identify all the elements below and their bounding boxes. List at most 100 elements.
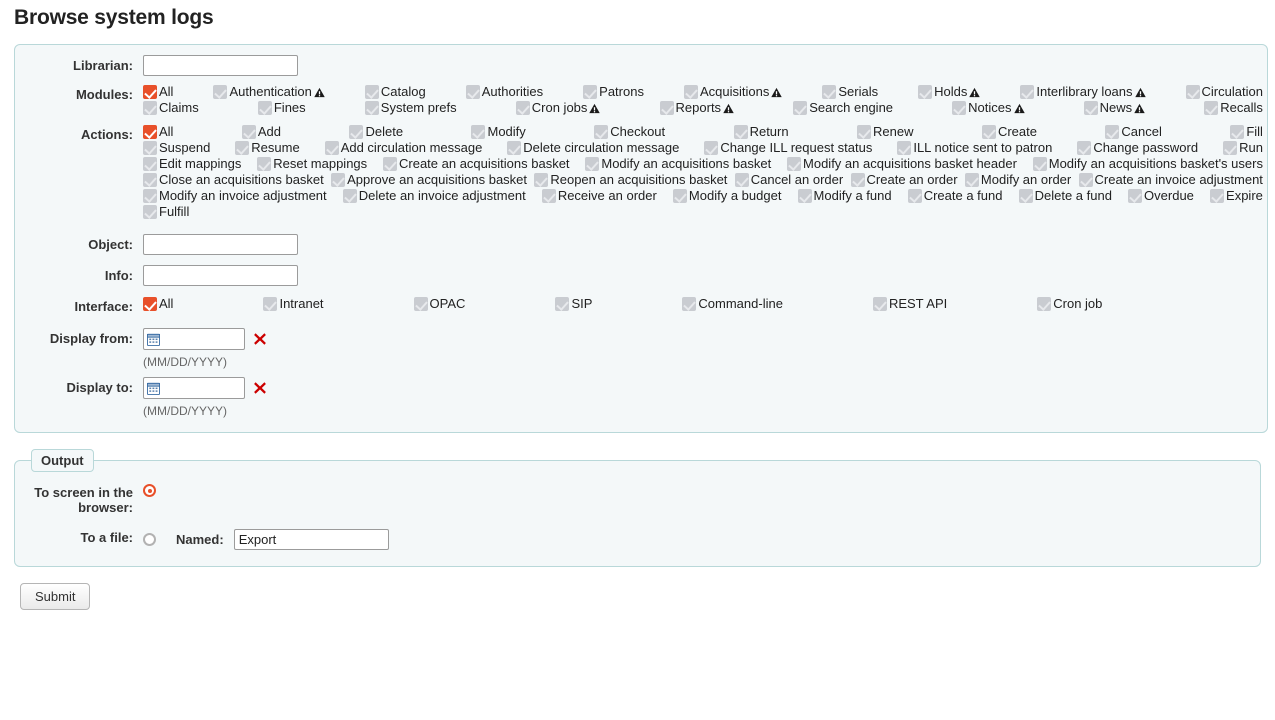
checkbox-fill[interactable]: [1230, 125, 1245, 139]
action-item-modify-an-acquisitions-basket-s-users[interactable]: Modify an acquisitions basket's users: [1032, 156, 1263, 172]
checkbox-create-a-fund[interactable]: [907, 189, 922, 203]
module-item-authorities[interactable]: Authorities: [465, 84, 543, 100]
action-item-renew[interactable]: Renew: [857, 124, 914, 140]
module-item-claims[interactable]: Claims: [143, 100, 199, 116]
display-from-input[interactable]: [160, 330, 238, 348]
action-item-add-circulation-message[interactable]: Add circulation message: [324, 140, 482, 156]
checkbox-sip[interactable]: [555, 297, 570, 311]
interface-item-opac[interactable]: OPAC: [413, 296, 465, 312]
export-filename-input[interactable]: [233, 529, 389, 550]
checkbox-modify-an-invoice-adjustment[interactable]: [143, 189, 157, 203]
checkbox-run[interactable]: [1223, 141, 1238, 155]
checkbox-command-line[interactable]: [682, 297, 697, 311]
checkbox-create-an-order[interactable]: [850, 173, 865, 187]
action-item-change-password[interactable]: Change password: [1077, 140, 1198, 156]
action-item-overdue[interactable]: Overdue: [1128, 188, 1194, 204]
object-input[interactable]: [143, 234, 298, 255]
module-item-catalog[interactable]: Catalog: [364, 84, 426, 100]
action-item-create-an-acquisitions-basket[interactable]: Create an acquisitions basket: [383, 156, 570, 172]
action-item-create-a-fund[interactable]: Create a fund: [907, 188, 1002, 204]
to-screen-radio[interactable]: [143, 484, 156, 497]
action-item-modify-an-invoice-adjustment[interactable]: Modify an invoice adjustment: [143, 188, 327, 204]
action-item-change-ill-request-status[interactable]: Change ILL request status: [704, 140, 872, 156]
info-input[interactable]: [143, 265, 298, 286]
module-item-authentication[interactable]: Authentication: [213, 84, 325, 100]
action-item-create-an-invoice-adjustment[interactable]: Create an invoice adjustment: [1078, 172, 1263, 188]
action-item-delete-an-invoice-adjustment[interactable]: Delete an invoice adjustment: [342, 188, 526, 204]
checkbox-resume[interactable]: [235, 141, 250, 155]
checkbox-holds[interactable]: [918, 85, 933, 99]
checkbox-all[interactable]: [143, 125, 157, 139]
action-item-all[interactable]: All: [143, 124, 173, 140]
action-item-cancel[interactable]: Cancel: [1105, 124, 1162, 140]
action-item-modify-a-fund[interactable]: Modify a fund: [797, 188, 892, 204]
checkbox-fines[interactable]: [257, 101, 272, 115]
module-item-serials[interactable]: Serials: [822, 84, 878, 100]
checkbox-return[interactable]: [733, 125, 748, 139]
checkbox-modify-a-fund[interactable]: [797, 189, 812, 203]
action-item-suspend[interactable]: Suspend: [143, 140, 210, 156]
checkbox-delete-circulation-message[interactable]: [507, 141, 522, 155]
checkbox-expire[interactable]: [1210, 189, 1225, 203]
action-item-run[interactable]: Run: [1223, 140, 1263, 156]
checkbox-create-an-acquisitions-basket[interactable]: [383, 157, 397, 171]
checkbox-reset-mappings[interactable]: [257, 157, 272, 171]
action-item-add[interactable]: Add: [241, 124, 281, 140]
module-item-news[interactable]: News: [1083, 100, 1146, 116]
action-item-delete[interactable]: Delete: [349, 124, 403, 140]
to-file-radio[interactable]: [143, 533, 156, 546]
checkbox-add[interactable]: [241, 125, 256, 139]
checkbox-search-engine[interactable]: [793, 101, 808, 115]
checkbox-circulation[interactable]: [1185, 85, 1200, 99]
checkbox-recalls[interactable]: [1204, 101, 1219, 115]
action-item-modify[interactable]: Modify: [471, 124, 526, 140]
interface-item-sip[interactable]: SIP: [555, 296, 592, 312]
action-item-create[interactable]: Create: [981, 124, 1037, 140]
checkbox-overdue[interactable]: [1128, 189, 1143, 203]
action-item-delete-circulation-message[interactable]: Delete circulation message: [507, 140, 679, 156]
checkbox-acquisitions[interactable]: [683, 85, 698, 99]
checkbox-checkout[interactable]: [594, 125, 609, 139]
module-item-all[interactable]: All: [143, 84, 173, 100]
checkbox-create[interactable]: [981, 125, 996, 139]
action-item-edit-mappings[interactable]: Edit mappings: [143, 156, 241, 172]
module-item-search-engine[interactable]: Search engine: [793, 100, 893, 116]
display-from-input-box[interactable]: [143, 328, 245, 350]
checkbox-close-an-acquisitions-basket[interactable]: [143, 173, 157, 187]
interface-item-all[interactable]: All: [143, 296, 173, 312]
module-item-holds[interactable]: Holds: [918, 84, 981, 100]
action-item-fulfill[interactable]: Fulfill: [143, 204, 189, 220]
checkbox-receive-an-order[interactable]: [541, 189, 556, 203]
checkbox-change-ill-request-status[interactable]: [704, 141, 719, 155]
action-item-delete-a-fund[interactable]: Delete a fund: [1018, 188, 1112, 204]
module-item-patrons[interactable]: Patrons: [583, 84, 644, 100]
module-item-circulation[interactable]: Circulation: [1185, 84, 1263, 100]
checkbox-fulfill[interactable]: [143, 205, 157, 219]
checkbox-interlibrary-loans[interactable]: [1020, 85, 1035, 99]
action-item-return[interactable]: Return: [733, 124, 789, 140]
action-item-modify-an-acquisitions-basket[interactable]: Modify an acquisitions basket: [585, 156, 771, 172]
interface-item-intranet[interactable]: Intranet: [263, 296, 324, 312]
action-item-checkout[interactable]: Checkout: [594, 124, 665, 140]
checkbox-rest-api[interactable]: [872, 297, 887, 311]
checkbox-cancel[interactable]: [1105, 125, 1120, 139]
librarian-input[interactable]: [143, 55, 298, 76]
checkbox-all[interactable]: [143, 85, 157, 99]
clear-display-to-icon[interactable]: [253, 381, 267, 395]
action-item-receive-an-order[interactable]: Receive an order: [541, 188, 657, 204]
action-item-cancel-an-order[interactable]: Cancel an order: [734, 172, 843, 188]
checkbox-modify[interactable]: [471, 125, 486, 139]
checkbox-modify-an-order[interactable]: [964, 173, 979, 187]
checkbox-delete-an-invoice-adjustment[interactable]: [342, 189, 357, 203]
checkbox-add-circulation-message[interactable]: [324, 141, 339, 155]
checkbox-cron-job[interactable]: [1037, 297, 1052, 311]
display-to-input-box[interactable]: [143, 377, 245, 399]
checkbox-opac[interactable]: [413, 297, 428, 311]
module-item-notices[interactable]: Notices: [952, 100, 1025, 116]
action-item-create-an-order[interactable]: Create an order: [850, 172, 958, 188]
action-item-resume[interactable]: Resume: [235, 140, 300, 156]
action-item-fill[interactable]: Fill: [1230, 124, 1263, 140]
checkbox-edit-mappings[interactable]: [143, 157, 157, 171]
interface-item-command-line[interactable]: Command-line: [682, 296, 783, 312]
module-item-recalls[interactable]: Recalls: [1204, 100, 1263, 116]
